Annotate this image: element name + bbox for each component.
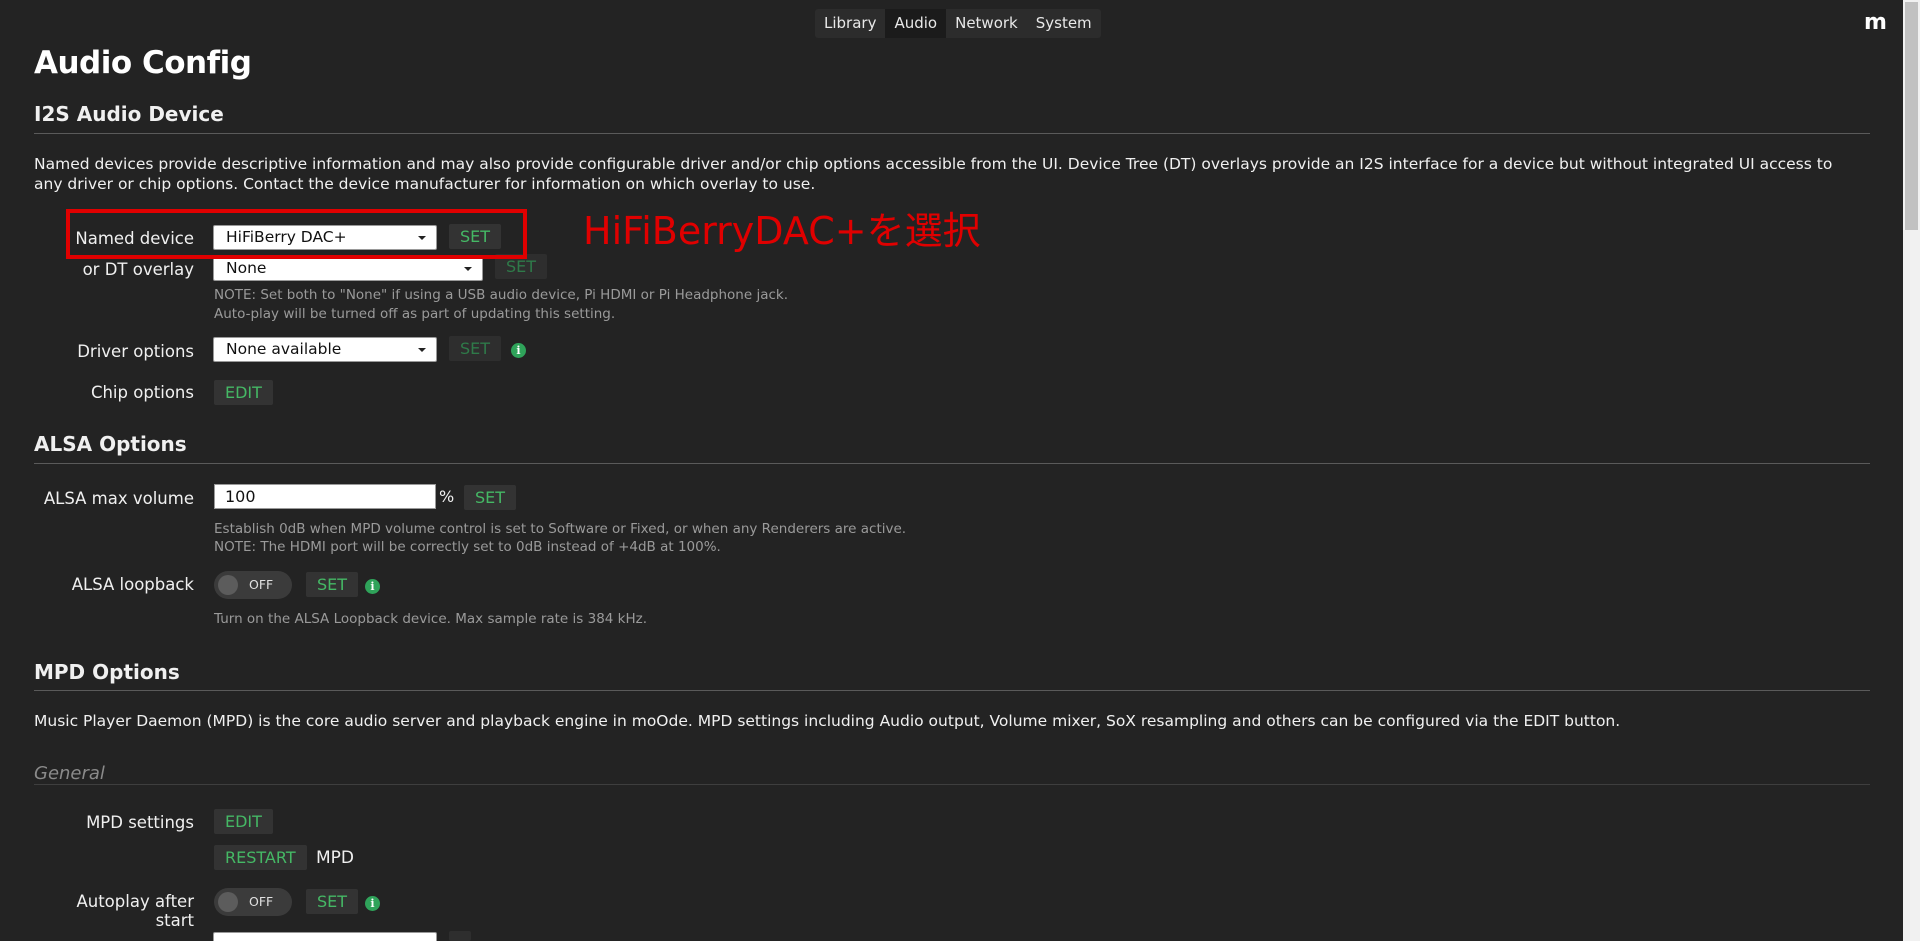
driver-options-label: Driver options — [77, 342, 194, 361]
i2s-description: Named devices provide descriptive inform… — [34, 155, 1833, 193]
autoplay-toggle[interactable]: OFF — [214, 888, 292, 916]
toggle-state: OFF — [249, 577, 274, 592]
toggle-state: OFF — [249, 894, 274, 909]
tab-library[interactable]: Library — [815, 9, 885, 38]
tab-system[interactable]: System — [1027, 9, 1101, 38]
section-title-alsa: ALSA Options — [34, 432, 187, 456]
percent-unit: % — [439, 487, 455, 506]
alsa-max-volume-input[interactable]: 100 — [214, 484, 436, 509]
dt-overlay-value: None — [226, 259, 267, 277]
alsa-loopback-help: Turn on the ALSA Loopback device. Max sa… — [214, 611, 648, 627]
mpd-restart-button[interactable]: RESTART — [214, 845, 307, 870]
dt-overlay-label: or DT overlay — [82, 260, 194, 279]
divider — [34, 690, 1870, 691]
divider — [34, 463, 1870, 464]
tab-network[interactable]: Network — [946, 9, 1027, 38]
i2s-note-2: Auto-play will be turned off as part of … — [214, 306, 616, 322]
autoplay-label: Autoplay after start — [76, 892, 194, 930]
highlight-box — [66, 209, 527, 259]
alsa-help-2: NOTE: The HDMI port will be correctly se… — [214, 539, 721, 555]
annotation-text: HiFiBerryDAC+を選択 — [583, 209, 981, 253]
chevron-down-icon — [464, 267, 472, 271]
section-title-mpd: MPD Options — [34, 660, 180, 684]
scrollbar-thumb[interactable] — [1905, 2, 1918, 230]
alsa-max-volume-label: ALSA max volume — [43, 489, 194, 508]
chip-options-edit-button[interactable]: EDIT — [214, 380, 273, 405]
toggle-knob — [218, 892, 238, 912]
info-icon[interactable]: i — [365, 896, 380, 911]
info-icon[interactable]: i — [365, 579, 380, 594]
driver-options-set-button[interactable]: SET — [449, 336, 502, 361]
section-title-i2s: I2S Audio Device — [34, 102, 224, 126]
chevron-down-icon — [418, 348, 426, 352]
alsa-max-volume-set-button[interactable]: SET — [464, 485, 517, 510]
mpd-restart-suffix: MPD — [316, 848, 355, 868]
mpd-description: Music Player Daemon (MPD) is the core au… — [34, 712, 1621, 730]
chip-options-label: Chip options — [90, 383, 194, 402]
alsa-loopback-set-button[interactable]: SET — [306, 572, 359, 597]
subsection-title-general: General — [34, 763, 105, 784]
vertical-scrollbar[interactable] — [1903, 0, 1920, 941]
page-title: Audio Config — [34, 45, 252, 81]
divider — [34, 784, 1870, 785]
menu-logo-button[interactable]: m — [1864, 10, 1887, 35]
i2s-note-1: NOTE: Set both to "None" if using a USB … — [214, 287, 789, 303]
cut-off-select[interactable] — [213, 932, 437, 941]
divider — [34, 133, 1870, 134]
cut-off-set-button[interactable] — [449, 931, 471, 941]
top-nav: Library Audio Network System — [815, 9, 1101, 38]
info-icon[interactable]: i — [511, 343, 526, 358]
dt-overlay-select[interactable]: None — [213, 256, 483, 281]
driver-options-value: None available — [226, 340, 342, 358]
toggle-knob — [218, 575, 238, 595]
alsa-help-1: Establish 0dB when MPD volume control is… — [214, 521, 907, 537]
mpd-settings-edit-button[interactable]: EDIT — [214, 809, 273, 834]
alsa-loopback-label: ALSA loopback — [71, 575, 194, 594]
autoplay-set-button[interactable]: SET — [306, 889, 359, 914]
alsa-loopback-toggle[interactable]: OFF — [214, 571, 292, 599]
mpd-settings-label: MPD settings — [86, 813, 194, 832]
driver-options-select[interactable]: None available — [213, 337, 437, 362]
tab-audio[interactable]: Audio — [885, 9, 947, 38]
